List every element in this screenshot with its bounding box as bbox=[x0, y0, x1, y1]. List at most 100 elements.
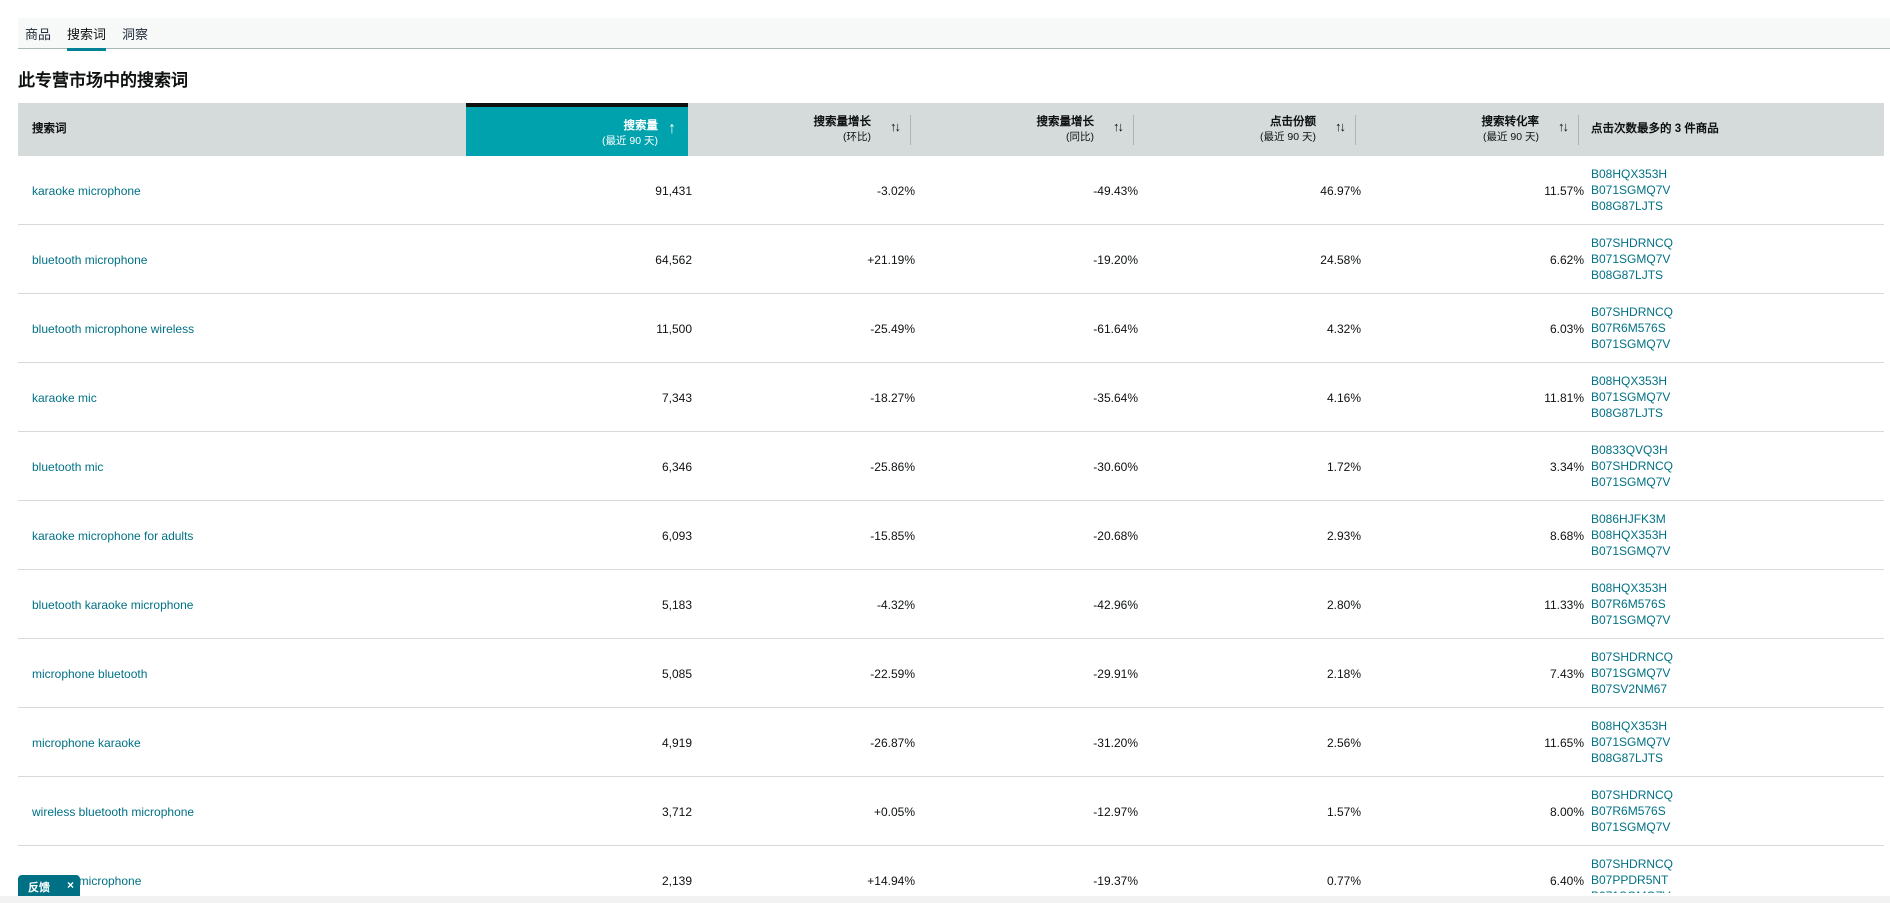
asin-link[interactable]: B07SHDRNCQ bbox=[1591, 649, 1673, 665]
growth-yoy-value: -19.20% bbox=[1093, 253, 1138, 267]
asin-link[interactable]: B08G87LJTS bbox=[1591, 405, 1670, 421]
arrow-up-icon[interactable]: ↑ bbox=[668, 120, 676, 138]
header-search-volume[interactable]: 搜索量 (最近 90 天) ↑ bbox=[466, 103, 688, 156]
header-search-term: 搜索词 bbox=[32, 123, 67, 135]
asin-link[interactable]: B08HQX353H bbox=[1591, 373, 1670, 389]
conversion-rate-value: 6.03% bbox=[1549, 322, 1584, 336]
search-volume-value: 6,093 bbox=[661, 529, 692, 543]
asin-link[interactable]: B08G87LJTS bbox=[1591, 750, 1670, 766]
click-share-value: 46.97% bbox=[1320, 184, 1361, 198]
search-term-link[interactable]: karaoke microphone bbox=[32, 184, 141, 198]
conversion-rate-value: 8.00% bbox=[1549, 805, 1584, 819]
asin-link[interactable]: B071SGMQ7V bbox=[1591, 336, 1673, 352]
top-products-list: B08HQX353H B07R6M576S B071SGMQ7V bbox=[1591, 580, 1670, 628]
asin-link[interactable]: B08HQX353H bbox=[1591, 718, 1670, 734]
asin-link[interactable]: B071SGMQ7V bbox=[1591, 182, 1670, 198]
header-conversion-rate[interactable]: 搜索转化率 (最近 90 天) ↑↓ bbox=[1356, 103, 1579, 156]
tab-insights[interactable]: 洞察 bbox=[122, 24, 148, 48]
asin-link[interactable]: B08G87LJTS bbox=[1591, 267, 1673, 283]
table-row: karaoke microphone for adults 6,093 -15.85… bbox=[18, 501, 1884, 570]
asin-link[interactable]: B07R6M576S bbox=[1591, 596, 1670, 612]
asin-link[interactable]: B08HQX353H bbox=[1591, 166, 1670, 182]
asin-link[interactable]: B071SGMQ7V bbox=[1591, 888, 1673, 893]
search-term-link[interactable]: wireless bluetooth microphone bbox=[32, 805, 194, 819]
top-products-list: B08HQX353H B071SGMQ7V B08G87LJTS bbox=[1591, 166, 1670, 214]
asin-link[interactable]: B07SHDRNCQ bbox=[1591, 458, 1673, 474]
conversion-rate-value: 11.33% bbox=[1544, 598, 1584, 612]
header-growth-yoy[interactable]: 搜索量增长 (同比) ↑↓ bbox=[911, 103, 1134, 156]
asin-link[interactable]: B071SGMQ7V bbox=[1591, 389, 1670, 405]
asin-link[interactable]: B071SGMQ7V bbox=[1591, 474, 1673, 490]
top-products-list: B086HJFK3M B08HQX353H B071SGMQ7V bbox=[1591, 511, 1670, 559]
click-share-value: 4.16% bbox=[1326, 391, 1361, 405]
asin-link[interactable]: B07PPDR5NT bbox=[1591, 872, 1673, 888]
header-search-volume-sub: (最近 90 天) bbox=[601, 135, 658, 147]
search-term-link[interactable]: microphone karaoke bbox=[32, 736, 141, 750]
click-share-value: 0.77% bbox=[1326, 874, 1361, 888]
asin-link[interactable]: B071SGMQ7V bbox=[1591, 734, 1670, 750]
growth-yoy-value: -35.64% bbox=[1093, 391, 1138, 405]
close-icon[interactable]: × bbox=[67, 878, 74, 892]
search-term-link[interactable]: microphone bluetooth bbox=[32, 667, 147, 681]
tab-products[interactable]: 商品 bbox=[25, 24, 51, 48]
asin-link[interactable]: B07SV2NM67 bbox=[1591, 681, 1673, 697]
table-row: microphone karaoke 4,919 -26.87% -31.20% 2.5… bbox=[18, 708, 1884, 777]
growth-qoq-value: -15.85% bbox=[870, 529, 915, 543]
asin-link[interactable]: B07SHDRNCQ bbox=[1591, 304, 1673, 320]
tab-search-terms[interactable]: 搜索词 bbox=[67, 24, 107, 51]
header-conversion-rate-sub: (最近 90 天) bbox=[1482, 131, 1539, 143]
growth-qoq-value: -3.02% bbox=[876, 184, 915, 198]
table-row: karaoke mic 7,343 -18.27% -35.64% 4.16% 11.81… bbox=[18, 363, 1884, 432]
asin-link[interactable]: B07R6M576S bbox=[1591, 803, 1673, 819]
asin-link[interactable]: B0833QVQ3H bbox=[1591, 442, 1673, 458]
top-products-list: B07SHDRNCQ B071SGMQ7V B08G87LJTS bbox=[1591, 235, 1673, 283]
header-click-share[interactable]: 点击份额 (最近 90 天) ↑↓ bbox=[1134, 103, 1356, 156]
asin-link[interactable]: B071SGMQ7V bbox=[1591, 543, 1670, 559]
asin-link[interactable]: B071SGMQ7V bbox=[1591, 612, 1670, 628]
asin-link[interactable]: B08HQX353H bbox=[1591, 527, 1670, 543]
top-products-list: B07SHDRNCQ B07R6M576S B071SGMQ7V bbox=[1591, 787, 1673, 835]
search-volume-value: 11,500 bbox=[656, 322, 692, 336]
search-volume-value: 64,562 bbox=[655, 253, 692, 267]
asin-link[interactable]: B07R6M576S bbox=[1591, 320, 1673, 336]
growth-yoy-value: -30.60% bbox=[1093, 460, 1138, 474]
search-term-link[interactable]: bluetooth microphone wireless bbox=[32, 322, 194, 336]
conversion-rate-value: 6.62% bbox=[1549, 253, 1584, 267]
asin-link[interactable]: B071SGMQ7V bbox=[1591, 819, 1673, 835]
asin-link[interactable]: B071SGMQ7V bbox=[1591, 665, 1673, 681]
conversion-rate-value: 8.68% bbox=[1549, 529, 1584, 543]
bottom-scroll-area bbox=[0, 896, 1890, 903]
asin-link[interactable]: B07SHDRNCQ bbox=[1591, 856, 1673, 872]
conversion-rate-value: 3.34% bbox=[1549, 460, 1584, 474]
asin-link[interactable]: B07SHDRNCQ bbox=[1591, 235, 1673, 251]
feedback-button[interactable]: 反馈 × bbox=[18, 875, 80, 897]
search-volume-value: 3,712 bbox=[661, 805, 692, 819]
asin-link[interactable]: B071SGMQ7V bbox=[1591, 251, 1673, 267]
search-term-link[interactable]: karaoke mic bbox=[32, 391, 97, 405]
growth-qoq-value: -4.32% bbox=[876, 598, 915, 612]
asin-link[interactable]: B08HQX353H bbox=[1591, 580, 1670, 596]
growth-qoq-value: +14.94% bbox=[867, 874, 915, 888]
asin-link[interactable]: B086HJFK3M bbox=[1591, 511, 1670, 527]
header-growth-qoq[interactable]: 搜索量增长 (环比) ↑↓ bbox=[688, 103, 911, 156]
asin-link[interactable]: B08G87LJTS bbox=[1591, 198, 1670, 214]
growth-qoq-value: -18.27% bbox=[870, 391, 915, 405]
sort-arrows-icon[interactable]: ↑↓ bbox=[1113, 119, 1124, 134]
search-term-link[interactable]: karaoke microphone for adults bbox=[32, 529, 193, 543]
sort-arrows-icon[interactable]: ↑↓ bbox=[1335, 119, 1346, 134]
growth-qoq-value: +0.05% bbox=[873, 805, 915, 819]
search-term-link[interactable]: bluetooth microphone bbox=[32, 253, 147, 267]
growth-yoy-value: -49.43% bbox=[1093, 184, 1138, 198]
asin-link[interactable]: B07SHDRNCQ bbox=[1591, 787, 1673, 803]
header-click-share-sub: (最近 90 天) bbox=[1259, 131, 1316, 143]
top-products-list: B07SHDRNCQ B07R6M576S B071SGMQ7V bbox=[1591, 304, 1673, 352]
search-term-link[interactable]: bluetooth karaoke microphone bbox=[32, 598, 193, 612]
sort-arrows-icon[interactable]: ↑↓ bbox=[890, 119, 901, 134]
header-click-share-label: 点击份额 bbox=[1270, 116, 1316, 128]
table-row: karaoke microphone 91,431 -3.02% -49.43% 46.… bbox=[18, 156, 1884, 225]
section-title: 此专营市场中的搜索词 bbox=[18, 71, 188, 90]
sort-arrows-icon[interactable]: ↑↓ bbox=[1558, 119, 1569, 134]
search-term-link[interactable]: bluetooth mic bbox=[32, 460, 103, 474]
search-volume-value: 5,183 bbox=[661, 598, 692, 612]
table-header: 搜索词 搜索量 (最近 90 天) ↑ 搜索量增长 (环比) ↑↓ 搜索量增长 … bbox=[18, 103, 1884, 156]
